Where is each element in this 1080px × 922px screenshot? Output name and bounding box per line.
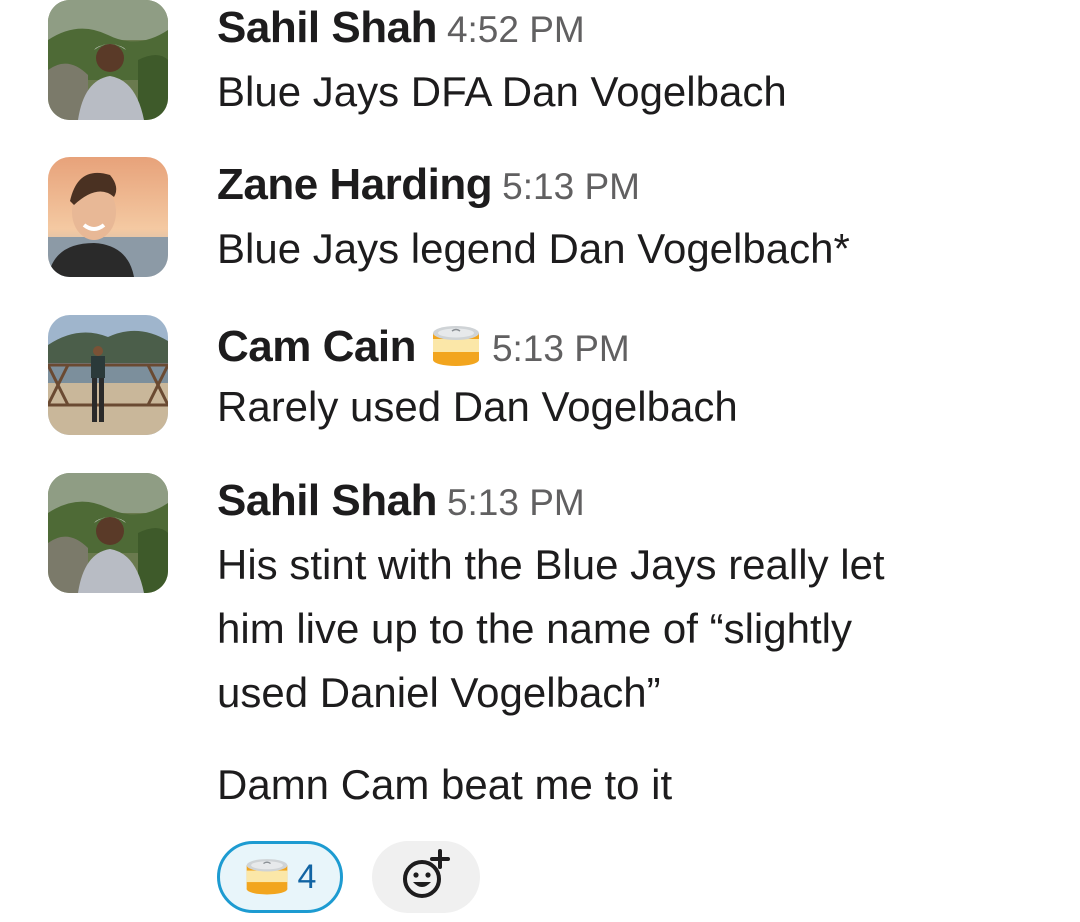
reaction-pill[interactable]: 4 [217, 841, 343, 913]
message-text: Rarely used Dan Vogelbach [217, 375, 1017, 439]
add-reaction-icon [400, 848, 452, 906]
timestamp[interactable]: 5:13 PM [502, 166, 640, 207]
reaction-count: 4 [297, 858, 317, 896]
author-name[interactable]: Sahil Shah [217, 476, 437, 525]
message-text: His stint with the Blue Jays really let … [217, 533, 1017, 725]
followup-message-text: Damn Cam beat me to it [217, 761, 673, 808]
timestamp[interactable]: 4:52 PM [447, 9, 585, 50]
author-name[interactable]: Sahil Shah [217, 3, 437, 52]
avatar[interactable] [48, 0, 168, 120]
add-reaction-button[interactable] [372, 841, 480, 913]
message-line: Rarely used Dan Vogelbach [217, 383, 738, 430]
avatar[interactable] [48, 473, 168, 593]
timestamp[interactable]: 5:13 PM [492, 328, 630, 369]
timestamp[interactable]: 5:13 PM [447, 482, 585, 523]
message-text: Blue Jays DFA Dan Vogelbach [217, 60, 1017, 124]
author-name[interactable]: Zane Harding [217, 160, 493, 209]
message-line: Blue Jays DFA Dan Vogelbach [217, 68, 787, 115]
author-name[interactable]: Cam Cain [217, 322, 416, 371]
can-emoji-icon [244, 854, 290, 901]
message-line: His stint with the Blue Jays really let [217, 541, 885, 588]
avatar[interactable] [48, 315, 168, 435]
message-line: him live up to the name of “slightly [217, 605, 852, 652]
message-text: Blue Jays legend Dan Vogelbach* [217, 217, 1017, 281]
can-emoji-icon[interactable] [430, 321, 482, 371]
message-line: Blue Jays legend Dan Vogelbach* [217, 225, 850, 272]
message-line: used Daniel Vogelbach” [217, 669, 661, 716]
avatar[interactable] [48, 157, 168, 277]
